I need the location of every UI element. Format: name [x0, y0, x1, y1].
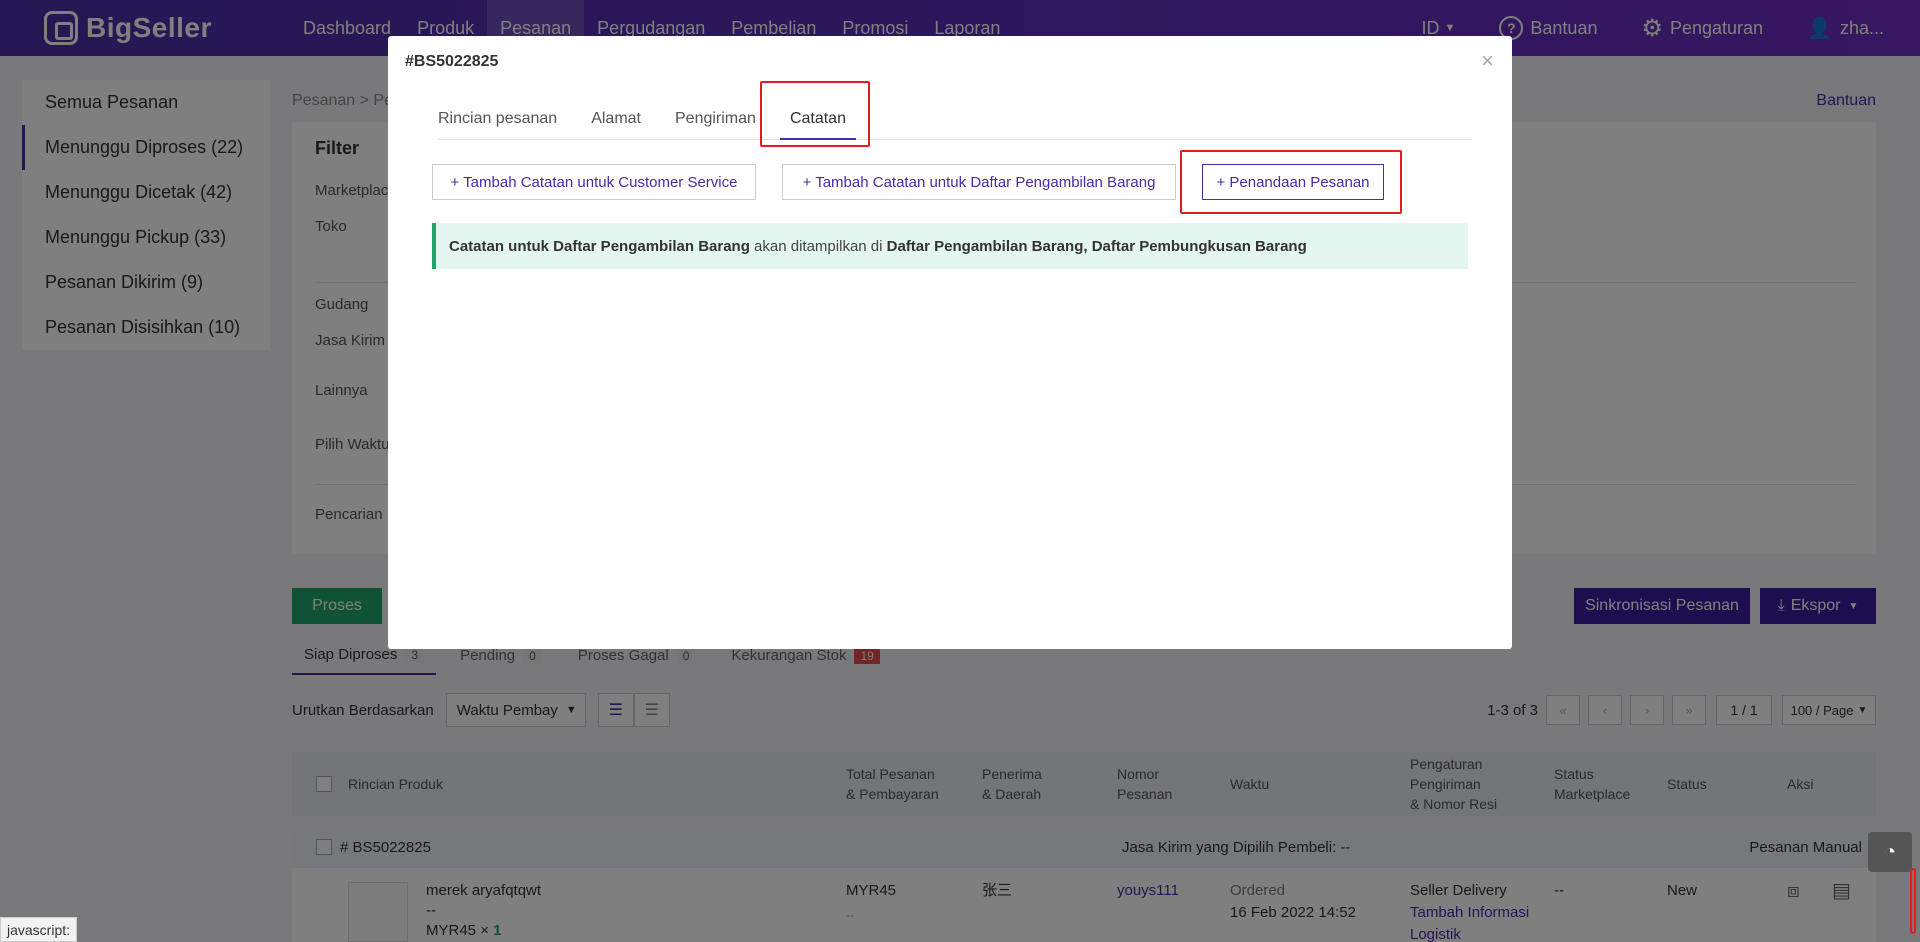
tab-order-details[interactable]: Rincian pesanan: [438, 104, 557, 140]
tab-shipping[interactable]: Pengiriman: [675, 104, 756, 140]
tab-address[interactable]: Alamat: [591, 104, 641, 140]
scrollbar[interactable]: [1910, 868, 1916, 934]
modal-title: #BS5022825: [405, 53, 499, 70]
add-picklist-note-button[interactable]: + Tambah Catatan untuk Daftar Pengambila…: [782, 164, 1176, 200]
notice-mid: akan ditampilkan di: [749, 237, 887, 255]
notice-bold-1: Catatan untuk Daftar Pengambilan Barang: [449, 237, 750, 255]
modal-tabs: Rincian pesanan Alamat Pengiriman Catata…: [438, 104, 1472, 140]
status-bar-url: javascript:: [0, 917, 78, 942]
add-cs-note-button[interactable]: + Tambah Catatan untuk Customer Service: [432, 164, 756, 200]
notes-info-banner: Catatan untuk Daftar Pengambilan Barang …: [432, 223, 1468, 269]
order-detail-modal: #BS5022825 × Rincian pesanan Alamat Peng…: [388, 36, 1512, 649]
highlight-box-mark-order: [1180, 150, 1402, 214]
notice-bold-2: Daftar Pengambilan Barang, Daftar Pembun…: [886, 237, 1307, 255]
highlight-box-notes-tab: [760, 81, 870, 147]
notice-text: Catatan untuk Daftar Pengambilan Barang …: [449, 238, 1307, 255]
chat-support-icon[interactable]: ◔: [1868, 832, 1912, 872]
close-icon[interactable]: ×: [1481, 48, 1494, 74]
